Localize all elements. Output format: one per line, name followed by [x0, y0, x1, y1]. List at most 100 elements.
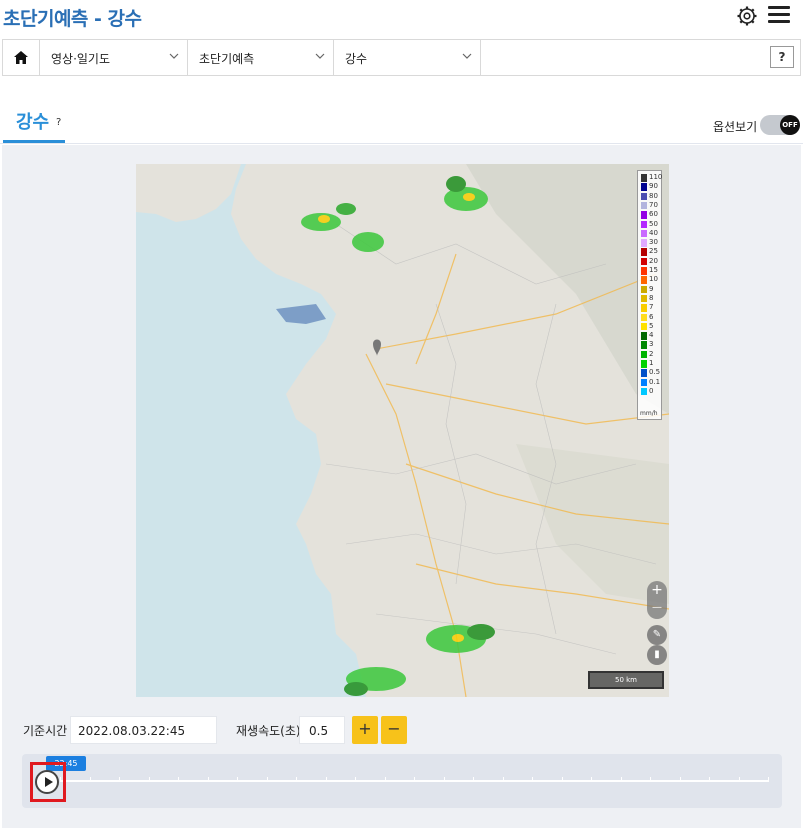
legend-swatch: [641, 360, 647, 368]
timeline-tick: [443, 777, 445, 782]
legend-level: 0.1: [649, 377, 661, 386]
timeline-track[interactable]: [60, 777, 769, 782]
legend-level: 40: [649, 228, 658, 237]
legend-level: 20: [649, 256, 658, 265]
tab-label: 강수: [16, 112, 50, 133]
breadcrumb-label: 초단기예측: [199, 52, 255, 66]
legend-swatch: [641, 276, 647, 284]
legend-level: 3: [649, 340, 654, 349]
legend-swatch: [641, 387, 647, 396]
timeline-tick: [237, 777, 238, 782]
timeline-tick: [296, 777, 297, 782]
radar-map[interactable]: 110 90 80 70 60 50 40 30 25 20 15 10 9 8 7 6 5 4 3 2 1 0.5 0.1…: [136, 164, 669, 697]
legend-swatch: [641, 322, 647, 331]
options-toggle[interactable]: OFF: [760, 115, 800, 135]
legend-swatch: [641, 341, 647, 349]
hamburger-menu-icon[interactable]: [768, 6, 790, 26]
legend-unit: mm/h: [640, 410, 658, 417]
ruler-icon[interactable]: ✎: [647, 625, 667, 645]
legend-swatch: [641, 183, 647, 191]
legend-swatch: [641, 248, 647, 256]
zoom-in-button[interactable]: +: [647, 581, 667, 600]
help-button[interactable]: ?: [770, 46, 794, 68]
timeline-tick: [768, 777, 769, 782]
legend-level: 10: [649, 275, 658, 284]
legend-swatch: [641, 378, 647, 387]
legend-level: 9: [649, 284, 654, 293]
timeline-tick: [502, 777, 504, 782]
legend-swatch: [641, 174, 647, 182]
map-layers-icon[interactable]: ▮: [647, 645, 667, 665]
legend-swatch: [641, 313, 647, 321]
legend-swatch: [641, 285, 647, 294]
play-icon[interactable]: [35, 770, 59, 794]
legend-level: 7: [649, 303, 654, 312]
legend-level: 30: [649, 238, 658, 247]
legend-level: 60: [649, 210, 658, 219]
options-label: 옵션보기: [713, 120, 758, 134]
tab-precipitation[interactable]: 강수 ?: [3, 105, 65, 143]
map-scale-bar: 50 km: [588, 671, 664, 689]
timeline-tick: [679, 777, 681, 782]
breadcrumb-label: 영상·일기도: [51, 52, 111, 66]
timeline-tick: [591, 777, 592, 782]
timeline-tick: [738, 777, 740, 782]
timeline-tick: [119, 777, 120, 782]
timeline-tick: [148, 777, 150, 782]
legend-level: 2: [649, 349, 654, 358]
timeline-tick: [532, 777, 533, 782]
speed-decrease-button[interactable]: −: [381, 716, 407, 744]
speed-increase-button[interactable]: +: [352, 716, 378, 744]
map-background: [136, 164, 669, 697]
legend-level: 0.5: [649, 368, 661, 377]
breadcrumb-dropdown-product[interactable]: 초단기예측: [188, 40, 334, 75]
legend-swatch: [641, 304, 647, 312]
breadcrumb-dropdown-element[interactable]: 강수: [334, 40, 481, 75]
legend-level: 90: [649, 182, 658, 191]
timeline-tick: [561, 777, 563, 782]
speed-label: 재생속도(초): [236, 724, 301, 738]
legend-level: 110: [649, 173, 663, 181]
legend-swatch: [641, 350, 647, 359]
timeline-tick: [709, 777, 710, 782]
page-title: 초단기예측 - 강수: [3, 8, 142, 30]
toggle-state: OFF: [780, 115, 800, 135]
chevron-down-icon: [169, 53, 179, 59]
gear-icon[interactable]: [736, 5, 758, 27]
speed-field[interactable]: 0.5: [299, 716, 345, 744]
breadcrumb-dropdown-category[interactable]: 영상·일기도: [40, 40, 188, 75]
zoom-control: + —: [647, 581, 667, 619]
timeline-tick: [384, 777, 386, 782]
help-icon[interactable]: ?: [56, 117, 61, 128]
legend-swatch: [641, 211, 647, 219]
breadcrumb-label: 강수: [345, 52, 368, 66]
legend-level: 5: [649, 321, 654, 330]
legend-swatch: [641, 294, 647, 303]
home-icon: [14, 51, 28, 64]
legend-level: 25: [649, 247, 658, 256]
legend-level: 50: [649, 219, 658, 228]
legend-level: 6: [649, 312, 654, 321]
breadcrumb: 영상·일기도 초단기예측 강수 ?: [2, 39, 801, 76]
base-time-field[interactable]: 2022.08.03.22:45: [70, 716, 217, 744]
tab-bar: 강수 ?: [0, 100, 803, 144]
timeline-tick: [414, 777, 415, 782]
legend-swatch: [641, 267, 647, 275]
zoom-out-button[interactable]: —: [647, 600, 667, 615]
timeline-tick: [207, 777, 209, 782]
legend-swatch: [641, 257, 647, 266]
home-button[interactable]: [3, 40, 40, 75]
timeline-tick: [355, 777, 356, 782]
timeline-slider[interactable]: 22:45: [22, 754, 782, 808]
precipitation-legend: 110 90 80 70 60 50 40 30 25 20 15 10 9 8 7 6 5 4 3 2 1 0.5 0.1…: [637, 170, 662, 420]
chevron-down-icon: [315, 53, 325, 59]
timeline-tick: [266, 777, 268, 782]
timeline-tick: [178, 777, 179, 782]
legend-level: 80: [649, 191, 658, 200]
legend-level: 1: [649, 359, 654, 367]
app-header: 초단기예측 - 강수: [0, 0, 803, 36]
chevron-down-icon: [462, 53, 472, 59]
legend-swatch: [641, 220, 647, 228]
legend-swatch: [641, 201, 647, 210]
legend-swatch: [641, 229, 647, 238]
